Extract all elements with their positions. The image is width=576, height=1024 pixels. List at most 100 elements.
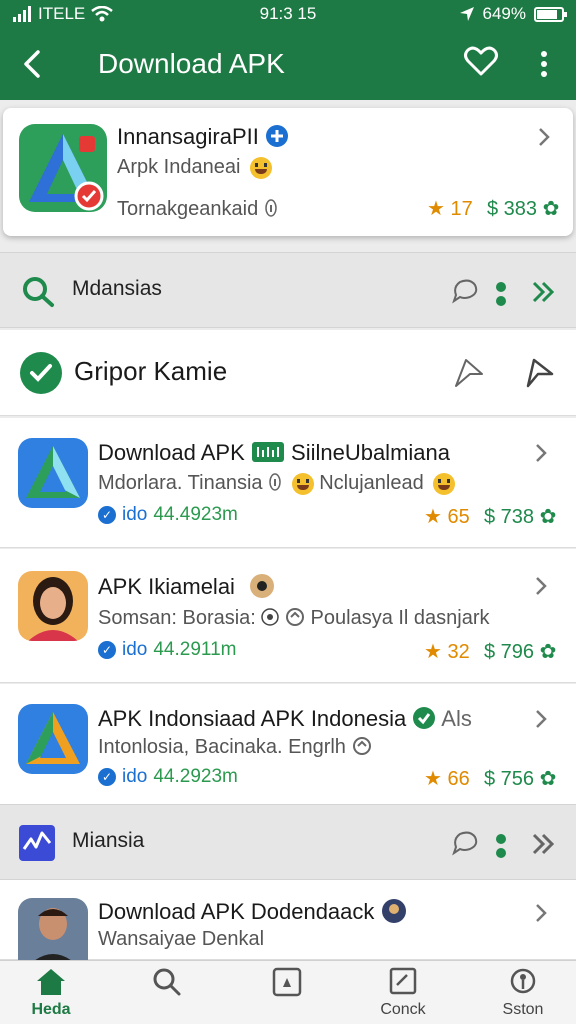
battery-percent: 649% (482, 4, 526, 23)
meta-prefix: ido (122, 766, 148, 787)
item-subtitle: Somsan: Borasia: (98, 607, 256, 629)
globe-icon (352, 737, 371, 755)
rating-value: 32 (447, 641, 470, 663)
item-meta: ✓ ido 44.4923m (98, 504, 238, 526)
featured-app-card[interactable]: InnansagiraPII Arpk Indaneai Tornakgeank… (3, 108, 573, 236)
dots-icon[interactable] (494, 833, 508, 859)
section-header-miansia[interactable]: Miansia (0, 804, 576, 880)
price-value: $ 383 (487, 198, 538, 220)
item-meta: ✓ ido 44.2911m (98, 639, 236, 661)
leaf-icon: ✿ (539, 768, 557, 790)
list-item[interactable]: APK Ikiamelai Somsan: Borasia: Poulasya … (0, 549, 576, 683)
edit-icon (389, 967, 417, 995)
app-icon (18, 438, 88, 508)
item-price: $ 738 ✿ (484, 504, 556, 529)
app-icon (18, 704, 88, 774)
back-arrow-icon[interactable] (18, 44, 48, 84)
app-avatar (18, 571, 88, 641)
home-icon (37, 969, 65, 995)
double-chevron-icon[interactable] (528, 277, 558, 307)
soccer-ball-icon (250, 574, 275, 598)
item-title-extra: Als (441, 706, 472, 731)
meta-value: 44.4923m (153, 504, 238, 525)
item-price: $ 756 ✿ (484, 766, 556, 791)
item-subtitle: Intonlosia, Bacinaka. Engrlh (98, 736, 346, 758)
item-rating: ★ 66 (424, 766, 470, 791)
verified-check-icon (413, 707, 436, 729)
meta-prefix: ido (122, 639, 148, 660)
nav-sston[interactable]: Sston (478, 967, 568, 1023)
badge-avatar-icon (381, 899, 406, 923)
section-label: Miansia (72, 829, 145, 852)
chevron-right-icon[interactable] (534, 708, 556, 730)
location-icon (510, 968, 536, 994)
nav-label: Conck (380, 1001, 426, 1018)
chevron-right-icon[interactable] (537, 126, 559, 148)
nav-search[interactable] (122, 967, 212, 1023)
rating-value: 66 (447, 768, 470, 790)
featured-subtitle: Arpk Indaneai (117, 156, 241, 178)
dots-icon[interactable] (494, 281, 508, 307)
leaf-icon: ✿ (539, 641, 557, 663)
double-chevron-icon[interactable] (528, 829, 558, 859)
heart-icon[interactable] (462, 42, 500, 80)
item-price: $ 796 ✿ (484, 639, 556, 664)
section-header-mdansias[interactable]: Mdansias (0, 252, 576, 328)
page-title: Download APK (98, 48, 285, 79)
nav-label: Sston (502, 1001, 544, 1018)
chevron-right-icon[interactable] (534, 442, 556, 464)
apps-icon (272, 967, 302, 997)
list-item[interactable]: APK Indonsiaad APK Indonesia Als Intonlo… (0, 684, 576, 806)
battery-icon (534, 6, 567, 22)
item-subtitle: Wansaiyae Denkal (98, 928, 265, 950)
leaf-icon: ✿ (539, 506, 557, 528)
featured-meta: Tornakgeankaid (117, 198, 259, 220)
share-arrow-icon[interactable] (452, 356, 486, 390)
soccer-ball-icon (261, 608, 280, 626)
star-icon: ★ (424, 506, 442, 528)
price-value: $ 756 (484, 768, 535, 790)
app-avatar (18, 898, 88, 960)
location-arrow-icon (459, 7, 474, 21)
grin-emoji-icon (249, 156, 272, 179)
info-icon (269, 473, 281, 491)
highlight-label: Gripor Kamie (74, 356, 228, 386)
item-title: APK Ikiamelai (98, 574, 235, 599)
item-title: Download APK Dodendaack (98, 899, 375, 924)
list-item[interactable]: Download APK SiilneUbalmiana Mdorlara. T… (0, 418, 576, 548)
chevron-right-icon[interactable] (534, 575, 556, 597)
pulse-icon (19, 825, 55, 861)
highlight-row[interactable]: Gripor Kamie (0, 330, 576, 416)
nav-home[interactable]: Heda (6, 967, 96, 1023)
meta-value: 44.2923m (153, 766, 238, 787)
star-icon: ★ (424, 768, 442, 790)
item-rating: ★ 32 (424, 639, 470, 664)
chat-bubble-icon[interactable] (450, 277, 480, 307)
meta-prefix: ido (122, 504, 148, 525)
chat-bubble-icon[interactable] (450, 829, 480, 859)
star-icon: ★ (424, 641, 442, 663)
featured-title: InnansagiraPII (117, 124, 259, 149)
rating-value: 17 (450, 198, 473, 220)
send-icon[interactable] (522, 356, 556, 390)
nav-apps[interactable] (242, 967, 332, 1023)
bottom-navigation: Heda Conck Sston (0, 960, 576, 1024)
item-title: APK Indonsiaad APK Indonesia (98, 706, 407, 731)
grin-emoji-icon (433, 472, 456, 495)
chevron-right-icon[interactable] (534, 902, 556, 924)
item-title: Download APK (98, 440, 245, 465)
rating-value: 65 (447, 506, 470, 528)
list-item[interactable]: Download APK Dodendaack Wansaiyae Denkal (0, 880, 576, 960)
price-value: $ 796 (484, 641, 535, 663)
nav-conck[interactable]: Conck (358, 967, 448, 1023)
globe-icon (285, 608, 304, 626)
item-rating: ★ 65 (424, 504, 470, 529)
more-vert-icon[interactable] (532, 46, 556, 82)
app-bar: Download APK (0, 28, 576, 100)
status-bar: ITELE 91:3 15 649% (0, 0, 576, 28)
verified-plus-icon (266, 125, 288, 147)
check-circle-icon (20, 352, 62, 394)
featured-rating: ★ 17 (427, 196, 473, 221)
grin-emoji-icon (291, 472, 314, 495)
check-badge-icon: ✓ (98, 768, 116, 786)
